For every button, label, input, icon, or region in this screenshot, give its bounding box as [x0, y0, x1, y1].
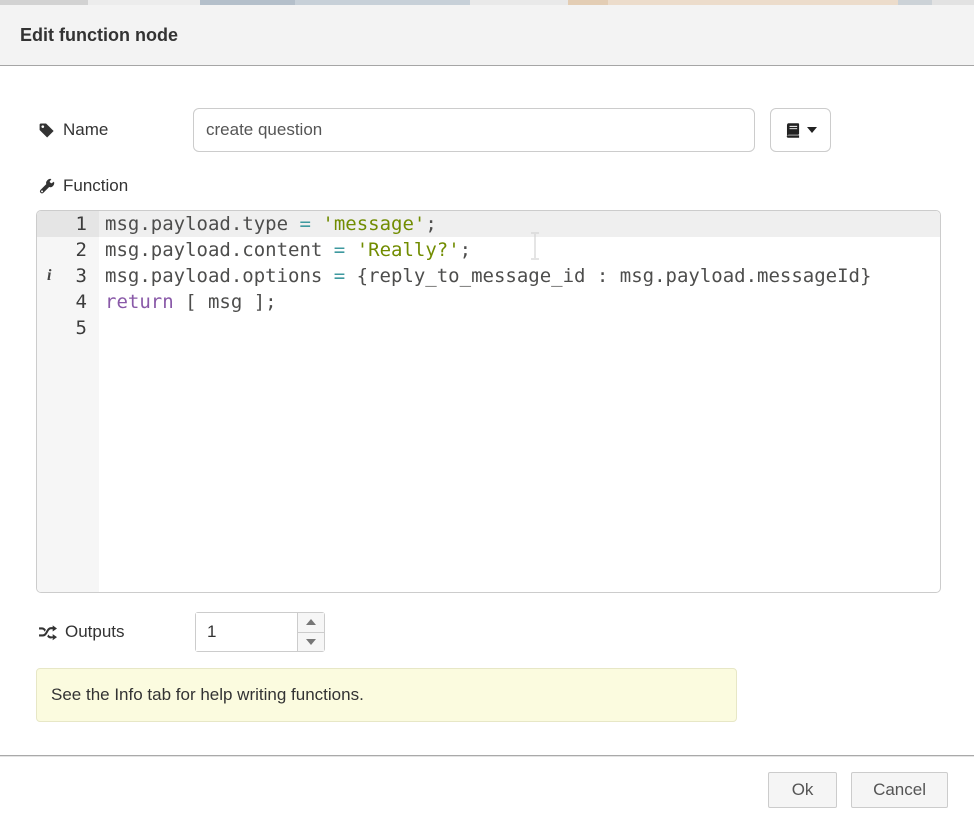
dialog-footer: Ok Cancel [0, 772, 974, 808]
code-line-text: msg.payload.type = 'message'; [99, 211, 940, 237]
line-number: 3 [76, 265, 87, 287]
name-label: Name [38, 120, 108, 140]
wrench-icon [38, 178, 55, 195]
tip-text: See the Info tab for help writing functi… [51, 685, 364, 705]
library-button[interactable] [770, 108, 831, 152]
code-line-text: msg.payload.options = {reply_to_message_… [99, 263, 940, 289]
gutter-cell: 4 [37, 289, 99, 315]
info-annotation-icon: i [47, 263, 51, 289]
name-input[interactable] [193, 108, 755, 152]
outputs-row: Outputs [38, 612, 125, 652]
gutter-cell: 1 [37, 211, 99, 237]
outputs-label: Outputs [38, 622, 125, 642]
line-number: 1 [76, 213, 87, 235]
footer-divider [0, 755, 974, 756]
triangle-down-icon [306, 639, 316, 645]
edit-function-dialog: Edit function node Name [0, 0, 974, 827]
name-row: Name [38, 108, 108, 152]
gutter-cell: 2 [37, 237, 99, 263]
function-label: Function [38, 176, 128, 196]
spinner-up-button[interactable] [298, 613, 324, 633]
spinner-buttons [297, 613, 324, 651]
editor-lines: 1 msg.payload.type = 'message'; 2 msg.paylo… [37, 211, 940, 341]
code-line-text: return [ msg ]; [99, 289, 940, 315]
gutter-cell: 5 [37, 315, 99, 341]
outputs-label-text: Outputs [65, 622, 125, 642]
name-label-text: Name [63, 120, 108, 140]
code-line-text: msg.payload.content = 'Really?'; [99, 237, 940, 263]
info-tip-box: See the Info tab for help writing functi… [36, 668, 737, 722]
chevron-down-icon [807, 127, 817, 133]
code-line[interactable]: 1 msg.payload.type = 'message'; [37, 211, 940, 237]
line-number: 5 [76, 317, 87, 339]
triangle-up-icon [306, 619, 316, 625]
text-cursor-icon [529, 232, 541, 260]
gutter-cell: i3 [37, 263, 99, 289]
function-label-text: Function [63, 176, 128, 196]
code-line[interactable]: 2 msg.payload.content = 'Really?'; [37, 237, 940, 263]
line-number: 2 [76, 239, 87, 261]
cancel-button[interactable]: Cancel [851, 772, 948, 808]
code-line[interactable]: 4 return [ msg ]; [37, 289, 940, 315]
line-number: 4 [76, 291, 87, 313]
code-line[interactable]: i3msg.payload.options = {reply_to_messag… [37, 263, 940, 289]
spinner-down-button[interactable] [298, 633, 324, 652]
outputs-spinner [195, 612, 325, 652]
dialog-header: Edit function node [0, 5, 974, 66]
code-line[interactable]: 5 [37, 315, 940, 341]
shuffle-icon [38, 624, 57, 641]
outputs-input[interactable] [196, 613, 297, 651]
dialog-title: Edit function node [20, 25, 178, 46]
ok-button[interactable]: Ok [768, 772, 837, 808]
book-icon [784, 122, 801, 139]
code-editor[interactable]: 1 msg.payload.type = 'message'; 2 msg.paylo… [36, 210, 941, 593]
code-line-text [99, 315, 940, 341]
tag-icon [38, 122, 55, 139]
